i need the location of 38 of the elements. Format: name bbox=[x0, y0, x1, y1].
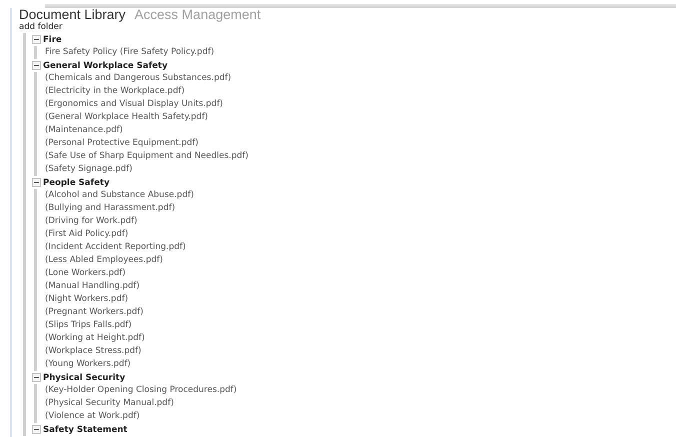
file-link[interactable]: (Bullying and Harassment.pdf) bbox=[45, 202, 676, 215]
collapse-icon[interactable] bbox=[32, 425, 41, 434]
collapse-icon[interactable] bbox=[32, 178, 41, 187]
file-link[interactable]: (Key-Holder Opening Closing Procedures.pdf) bbox=[45, 384, 676, 397]
file-link[interactable]: (Young Workers.pdf) bbox=[45, 358, 676, 371]
file-link[interactable]: (Working at Height.pdf) bbox=[45, 332, 676, 345]
collapse-icon[interactable] bbox=[32, 61, 41, 70]
file-link[interactable]: (Violence at Work.pdf) bbox=[45, 410, 676, 423]
file-link[interactable]: Fire Safety Policy (Fire Safety Policy.pdf) bbox=[45, 46, 676, 59]
file-link[interactable]: (General Workplace Health Safety.pdf) bbox=[45, 111, 676, 124]
file-link[interactable]: (Incident Accident Reporting.pdf) bbox=[45, 241, 676, 254]
file-link[interactable]: (Pregnant Workers.pdf) bbox=[45, 306, 676, 319]
folder-name[interactable]: Safety Statement bbox=[43, 424, 128, 434]
file-link[interactable]: (First Aid Policy.pdf) bbox=[45, 228, 676, 241]
file-link[interactable]: (Safety Signage.pdf) bbox=[45, 163, 676, 176]
folder-name[interactable]: People Safety bbox=[43, 178, 110, 188]
folder-name[interactable]: General Workplace Safety bbox=[43, 60, 168, 70]
file-link[interactable]: (Manual Handling.pdf) bbox=[45, 280, 676, 293]
file-link[interactable]: (Workplace Stress.pdf) bbox=[45, 345, 676, 358]
file-link[interactable]: (Driving for Work.pdf) bbox=[45, 215, 676, 228]
file-link[interactable]: (Ergonomics and Visual Display Units.pdf) bbox=[45, 98, 676, 111]
folder-name[interactable]: Fire bbox=[43, 34, 62, 44]
file-link[interactable]: (Chemicals and Dangerous Substances.pdf) bbox=[45, 72, 676, 85]
collapse-icon[interactable] bbox=[32, 35, 41, 44]
file-link[interactable]: (Less Abled Employees.pdf) bbox=[45, 254, 676, 267]
file-link[interactable]: (Lone Workers.pdf) bbox=[45, 267, 676, 280]
folder-name[interactable]: Physical Security bbox=[43, 372, 126, 382]
file-link[interactable]: (Slips Trips Falls.pdf) bbox=[45, 319, 676, 332]
tab[interactable]: Document Library bbox=[19, 8, 126, 22]
file-link[interactable]: (Safe Use of Sharp Equipment and Needles.pdf) bbox=[45, 150, 676, 163]
collapse-icon[interactable] bbox=[32, 373, 41, 382]
add-folder-link[interactable]: add folder bbox=[19, 22, 676, 33]
file-link[interactable]: (Night Workers.pdf) bbox=[45, 293, 676, 306]
file-link[interactable]: (Electricity in the Workplace.pdf) bbox=[45, 85, 676, 98]
file-link[interactable]: (Maintenance.pdf) bbox=[45, 124, 676, 137]
file-link[interactable]: (Alcohol and Substance Abuse.pdf) bbox=[45, 189, 676, 202]
file-link[interactable]: (Physical Security Manual.pdf) bbox=[45, 397, 676, 410]
file-link[interactable]: (Personal Protective Equipment.pdf) bbox=[45, 137, 676, 150]
